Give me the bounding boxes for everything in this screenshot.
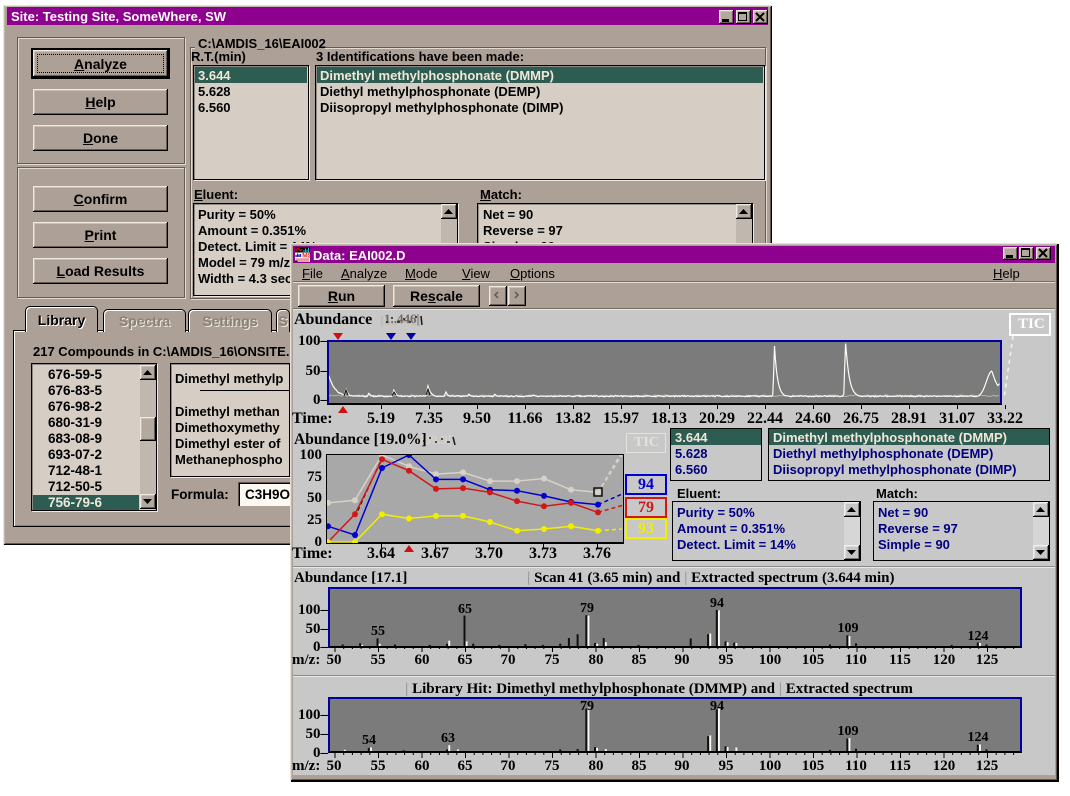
svg-text:MS: MS (302, 253, 310, 260)
